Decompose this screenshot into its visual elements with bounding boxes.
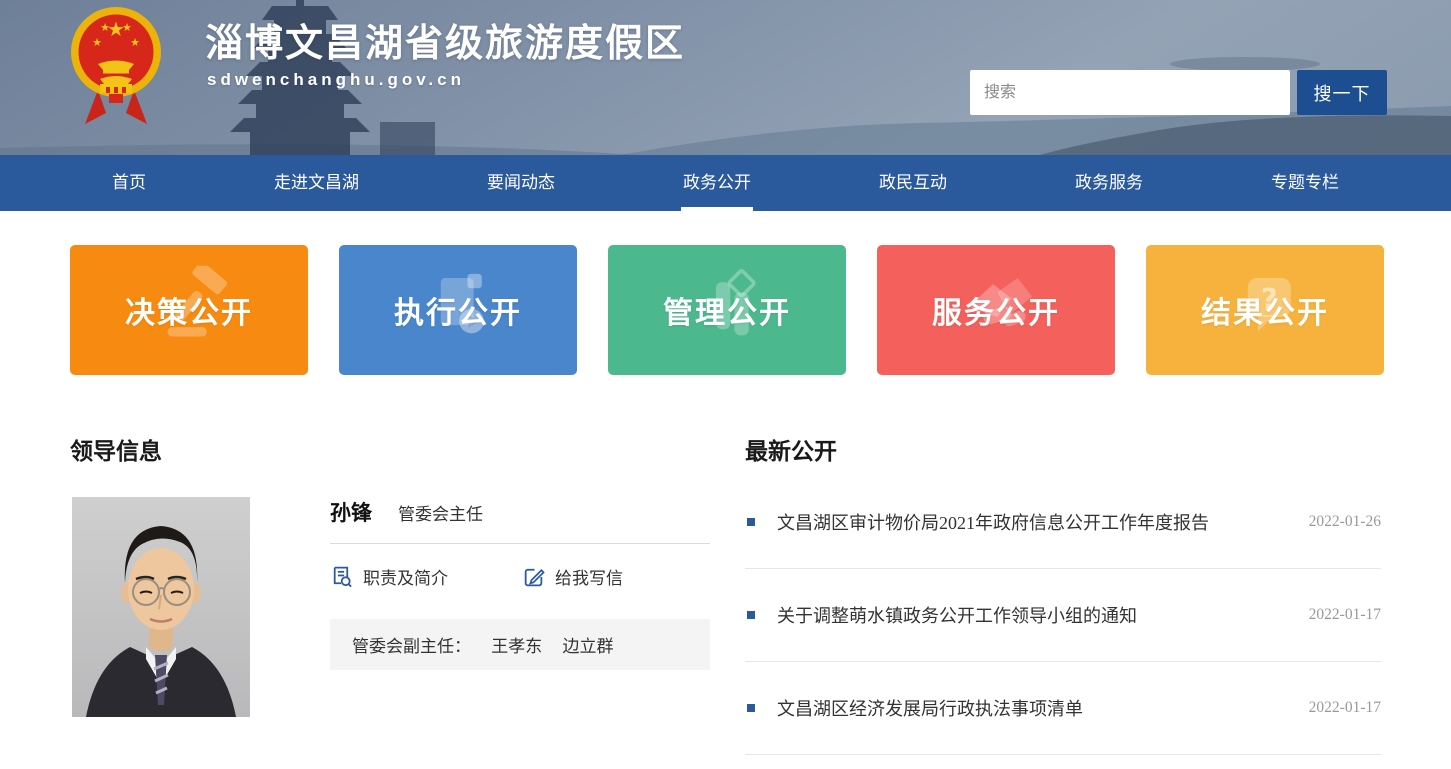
nav-item-about-wenchanghu[interactable]: 走进文昌湖 xyxy=(274,155,359,211)
nav-item-gov-services[interactable]: 政务服务 xyxy=(1075,155,1143,211)
news-title: 文昌湖区审计物价局2021年政府信息公开工作年度报告 xyxy=(777,509,1291,535)
svg-text:★: ★ xyxy=(100,21,110,34)
bullet-square-icon xyxy=(747,611,755,619)
disclosure-quick-links: 决策公开 执行公开 管理公开 xyxy=(70,245,1384,375)
leader-info-section: 领导信息 xyxy=(70,432,710,466)
site-title: 淄博文昌湖省级旅游度假区 xyxy=(205,12,685,67)
card-execution-disclosure[interactable]: 执行公开 xyxy=(339,245,577,375)
leader-section-title: 领导信息 xyxy=(70,432,710,466)
nav-item-home[interactable]: 首页 xyxy=(112,155,146,211)
news-title: 关于调整萌水镇政务公开工作领导小组的通知 xyxy=(777,602,1291,628)
latest-disclosure-section: 最新公开 文昌湖区审计物价局2021年政府信息公开工作年度报告 2022-01-… xyxy=(745,432,1381,755)
deputy-name: 边立群 xyxy=(563,637,614,656)
leader-photo[interactable] xyxy=(72,497,250,717)
news-list: 文昌湖区审计物价局2021年政府信息公开工作年度报告 2022-01-26 关于… xyxy=(745,476,1381,755)
news-section-title: 最新公开 xyxy=(745,432,1381,466)
deputy-label: 管委会副主任： xyxy=(352,637,471,656)
news-date: 2022-01-26 xyxy=(1309,513,1381,531)
deputy-name: 王孝东 xyxy=(491,637,542,656)
document-search-icon xyxy=(330,565,353,588)
write-letter-label: 给我写信 xyxy=(555,564,623,589)
nav-item-special-topics[interactable]: 专题专栏 xyxy=(1271,155,1339,211)
news-date: 2022-01-17 xyxy=(1309,606,1381,624)
divider xyxy=(330,543,710,544)
page: ★ ★ ★ ★ ★ 淄博文昌湖省级旅游度假区 sdwenchanghu.gov.… xyxy=(0,0,1451,769)
write-letter-icon xyxy=(522,565,545,588)
news-item[interactable]: 文昌湖区审计物价局2021年政府信息公开工作年度报告 2022-01-26 xyxy=(745,476,1381,569)
site-header: ★ ★ ★ ★ ★ 淄博文昌湖省级旅游度假区 sdwenchanghu.gov.… xyxy=(0,0,1451,155)
bullet-square-icon xyxy=(747,518,755,526)
card-label: 结果公开 xyxy=(1201,288,1329,332)
news-date: 2022-01-17 xyxy=(1309,699,1381,717)
bullet-square-icon xyxy=(747,704,755,712)
card-label: 执行公开 xyxy=(394,288,522,332)
main-nav: 首页 走进文昌湖 要闻动态 政务公开 政民互动 政务服务 专题专栏 xyxy=(0,155,1451,211)
duties-profile-link[interactable]: 职责及简介 xyxy=(330,564,448,589)
leader-name: 孙锋 xyxy=(330,497,372,527)
card-label: 管理公开 xyxy=(663,288,791,332)
svg-text:★: ★ xyxy=(92,36,102,49)
deputy-directors: 管委会副主任： 王孝东 边立群 xyxy=(330,619,710,670)
site-url: sdwenchanghu.gov.cn xyxy=(207,70,465,90)
card-label: 决策公开 xyxy=(125,288,253,332)
duties-profile-label: 职责及简介 xyxy=(363,564,448,589)
svg-text:★: ★ xyxy=(130,36,140,49)
news-item[interactable]: 关于调整萌水镇政务公开工作领导小组的通知 2022-01-17 xyxy=(745,569,1381,662)
nav-item-news[interactable]: 要闻动态 xyxy=(487,155,555,211)
nav-item-gov-disclosure[interactable]: 政务公开 xyxy=(683,155,751,211)
card-decision-disclosure[interactable]: 决策公开 xyxy=(70,245,308,375)
card-result-disclosure[interactable]: ? 结果公开 xyxy=(1146,245,1384,375)
card-management-disclosure[interactable]: 管理公开 xyxy=(608,245,846,375)
nav-item-interaction[interactable]: 政民互动 xyxy=(879,155,947,211)
card-service-disclosure[interactable]: 服务公开 xyxy=(877,245,1115,375)
search-button[interactable]: 搜一下 xyxy=(1297,70,1387,115)
write-letter-link[interactable]: 给我写信 xyxy=(522,564,623,589)
news-item[interactable]: 文昌湖区经济发展局行政执法事项清单 2022-01-17 xyxy=(745,662,1381,755)
card-label: 服务公开 xyxy=(932,288,1060,332)
search-input[interactable] xyxy=(970,70,1290,115)
svg-text:★: ★ xyxy=(122,21,132,34)
leader-position: 管委会主任 xyxy=(398,500,483,525)
news-title: 文昌湖区经济发展局行政执法事项清单 xyxy=(777,695,1291,721)
national-emblem-logo: ★ ★ ★ ★ ★ xyxy=(70,2,162,134)
leader-details: 孙锋 管委会主任 职责及简介 xyxy=(330,497,710,670)
